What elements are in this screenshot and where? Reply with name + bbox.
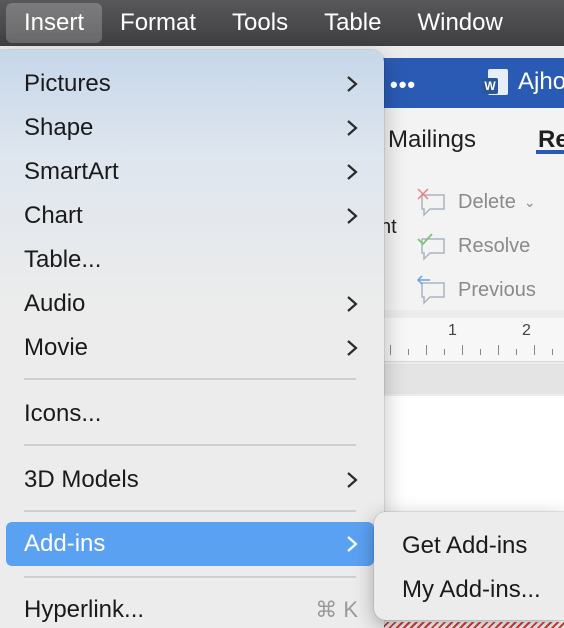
menu-item-shape[interactable]: Shape	[6, 106, 374, 150]
word-doc-icon: W	[482, 69, 508, 95]
menu-item-movie[interactable]: Movie	[6, 326, 374, 370]
menu-item-label: Shape	[24, 114, 94, 141]
previous-comment-icon	[416, 275, 445, 305]
chevron-right-icon	[347, 164, 358, 180]
delete-comment-button[interactable]: Delete ⌄	[416, 184, 536, 220]
ruler-tick	[498, 345, 499, 355]
menu-item-audio[interactable]: Audio	[6, 282, 374, 326]
ruler-tick	[426, 345, 427, 355]
document-title: Ajho	[518, 68, 564, 95]
menu-item-add-ins[interactable]: Add-ins	[6, 522, 374, 566]
chevron-right-icon	[347, 340, 358, 356]
menu-item-label: Table...	[24, 246, 102, 273]
ruler-tick	[408, 349, 409, 355]
menu-bar: Insert Format Tools Table Window	[0, 0, 564, 46]
chevron-right-icon	[347, 208, 358, 224]
menu-item-label: Hyperlink...	[24, 596, 145, 623]
submenu-item-my-add-ins[interactable]: My Add-ins...	[402, 576, 541, 604]
menu-item-hyperlink[interactable]: Hyperlink... ⌘ K	[6, 588, 374, 628]
chevron-down-icon[interactable]: ⌄	[524, 194, 536, 211]
menu-item-label: Add-ins	[24, 530, 106, 557]
resolve-comment-icon	[417, 233, 445, 261]
menu-item-3d-models[interactable]: 3D Models	[6, 458, 374, 502]
menu-separator	[24, 444, 356, 446]
ruler-tick	[516, 349, 517, 355]
previous-label: Previous	[458, 278, 536, 301]
ruler-tick	[462, 345, 463, 355]
ruler-tick	[552, 349, 553, 355]
menubar-table[interactable]: Table	[306, 0, 399, 46]
menu-separator	[24, 510, 356, 512]
ruler-tick	[444, 349, 445, 355]
menu-separator	[24, 378, 356, 380]
spelling-squiggle	[380, 622, 564, 628]
tab-mailings[interactable]: Mailings	[388, 126, 476, 154]
menu-item-label: Movie	[24, 334, 89, 361]
menu-item-pictures[interactable]: Pictures	[6, 62, 374, 106]
svg-text:W: W	[484, 79, 496, 93]
menu-item-smartart[interactable]: SmartArt	[6, 150, 374, 194]
menu-item-icons[interactable]: Icons...	[6, 392, 374, 436]
menubar-insert[interactable]: Insert	[6, 3, 103, 43]
menubar-format[interactable]: Format	[102, 0, 214, 46]
chevron-right-icon	[347, 536, 358, 552]
ruler-number: 1	[448, 322, 457, 339]
insert-menu: Pictures Shape SmartArt Chart Table... A…	[0, 50, 384, 628]
ruler: 1 2	[380, 318, 564, 362]
chevron-right-icon	[347, 120, 358, 136]
ruler-tick	[480, 349, 481, 355]
active-tab-indicator	[536, 150, 564, 154]
menu-item-label: SmartArt	[24, 158, 119, 185]
menubar-tools[interactable]: Tools	[214, 0, 306, 46]
ruler-tick	[390, 345, 391, 355]
menu-item-label: Pictures	[24, 70, 111, 97]
ruler-tick	[534, 345, 535, 355]
menu-separator	[24, 576, 356, 578]
submenu-item-get-add-ins[interactable]: Get Add-ins	[402, 532, 527, 560]
menu-item-label: Chart	[24, 202, 83, 229]
chevron-right-icon	[347, 76, 358, 92]
ruler-number: 2	[522, 322, 531, 339]
menubar-window[interactable]: Window	[399, 0, 520, 46]
add-ins-submenu: Get Add-ins My Add-ins...	[374, 512, 564, 620]
resolve-label: Resolve	[458, 234, 531, 257]
menu-item-chart[interactable]: Chart	[6, 194, 374, 238]
menu-item-label: Audio	[24, 290, 86, 317]
menu-item-label: Icons...	[24, 400, 102, 427]
chevron-right-icon	[347, 472, 358, 488]
resolve-button[interactable]: Resolve	[416, 228, 530, 264]
menu-item-label: 3D Models	[24, 466, 139, 493]
delete-label: Delete	[458, 190, 516, 213]
keyboard-shortcut: ⌘ K	[315, 597, 358, 622]
ruler-margin	[380, 364, 564, 394]
menu-item-table[interactable]: Table...	[6, 238, 374, 282]
more-icon[interactable]: •••	[390, 72, 416, 98]
chevron-right-icon	[347, 296, 358, 312]
delete-comment-icon	[417, 188, 445, 217]
previous-comment-button[interactable]: Previous	[416, 272, 536, 308]
